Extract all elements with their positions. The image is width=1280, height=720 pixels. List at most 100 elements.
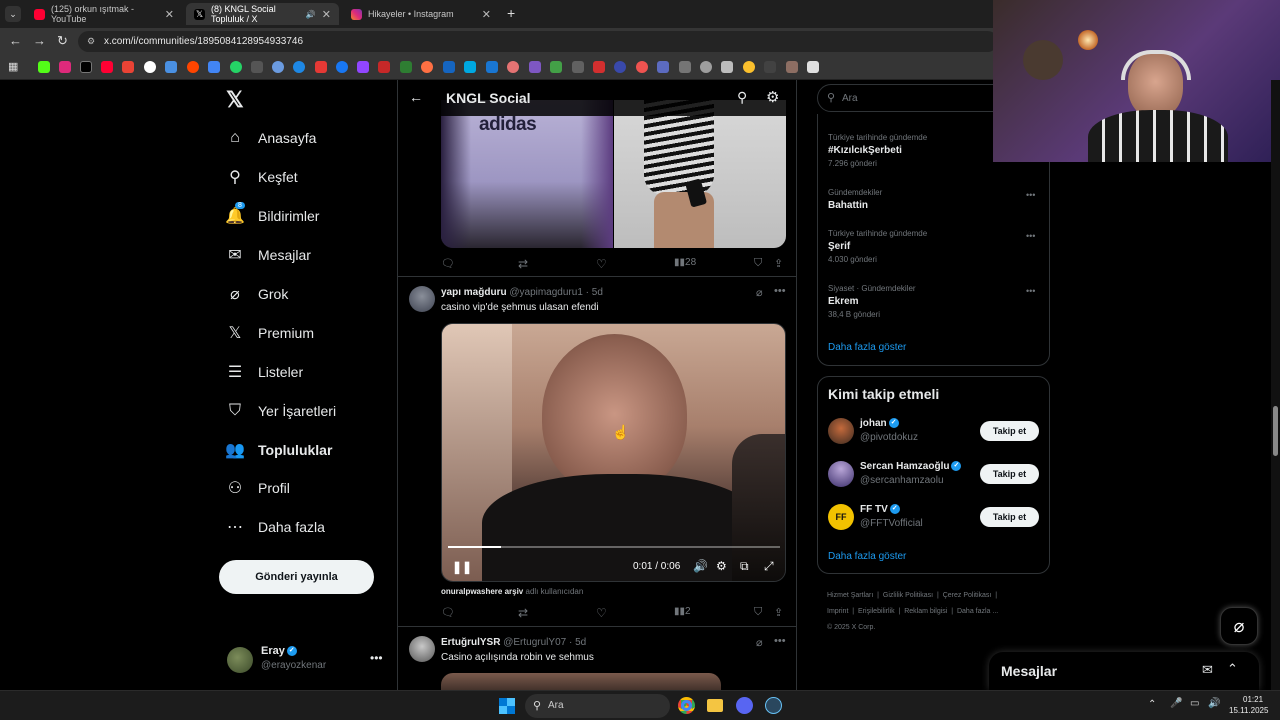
taskbar-date[interactable]: 15.11.2025 xyxy=(1229,706,1268,715)
post-button[interactable]: Gönderi yayınla xyxy=(219,560,374,594)
tab-instagram[interactable]: Hikayeler • Instagram ✕ xyxy=(343,3,499,25)
bookmark-translate-icon[interactable] xyxy=(208,61,220,73)
bookmark-dots-icon[interactable] xyxy=(572,61,584,73)
nav-item-premium[interactable]: 𝕏 Premium xyxy=(226,324,314,342)
bookmark-arrow-icon[interactable] xyxy=(400,61,412,73)
bookmark-chart-icon[interactable] xyxy=(593,61,605,73)
share-icon[interactable]: ⇪ xyxy=(774,606,783,619)
reply-icon[interactable]: 🗨 xyxy=(441,606,455,619)
bookmark-link-icon[interactable] xyxy=(421,61,433,73)
bookmark-purple-icon[interactable] xyxy=(529,61,541,73)
bookmark-steam-icon[interactable] xyxy=(251,61,263,73)
pip-icon[interactable]: ⧉ xyxy=(740,559,749,574)
reply-icon[interactable]: 🗨 xyxy=(441,257,455,270)
tweet-author-handle[interactable]: @ErtugrulY07 xyxy=(503,637,566,648)
footer-link[interactable]: Hizmet Şartları xyxy=(827,592,873,599)
taskbar-search[interactable]: ⚲ Ara xyxy=(525,694,670,718)
nav-item-bookmarks[interactable]: ⛉ Yer İşaretleri xyxy=(226,402,336,420)
close-tab-icon[interactable]: ✕ xyxy=(482,8,491,21)
tweet-media-grid[interactable]: adidas xyxy=(441,100,786,248)
more-options-icon[interactable]: ••• xyxy=(370,651,383,665)
nav-item-grok[interactable]: ⌀ Grok xyxy=(226,285,288,303)
bookmark-circle-icon[interactable] xyxy=(614,61,626,73)
trend-item[interactable]: Siyaset · Gündemdekiler Ekrem 38,4 B gön… xyxy=(828,284,1040,319)
speaker-icon[interactable]: 🔊 xyxy=(306,10,316,19)
bookmark-icon[interactable]: ⛉ xyxy=(754,257,762,270)
messages-drawer[interactable]: Mesajlar ✉ ⌃ xyxy=(989,652,1259,690)
bookmark-google-icon[interactable] xyxy=(144,61,156,73)
tab-x-community[interactable]: 𝕏 (8) KNGL Social Topluluk / X 🔊 ✕ xyxy=(186,3,339,25)
bookmark-news-icon[interactable] xyxy=(315,61,327,73)
bookmark-youtube-icon[interactable] xyxy=(101,61,113,73)
bookmark-globe-icon[interactable] xyxy=(700,61,712,73)
forward-icon[interactable]: → xyxy=(33,33,46,48)
grok-icon[interactable]: ⌀ xyxy=(756,286,763,299)
follow-suggestion[interactable]: Sercan Hamzaoğlu ✓ @sercanhamzaolu Takip … xyxy=(818,456,1049,496)
footer-link[interactable]: Gizlilik Politikası xyxy=(883,592,933,599)
views-icon[interactable]: ▮▮ 2 xyxy=(674,606,691,617)
site-info-icon[interactable]: ⚙ xyxy=(87,36,95,47)
footer-link[interactable]: Erişilebilirlik xyxy=(858,608,895,615)
like-icon[interactable]: ♡ xyxy=(596,606,607,620)
retweet-icon[interactable]: ⇄ xyxy=(518,257,528,271)
bookmark-k-icon[interactable] xyxy=(764,61,776,73)
apps-grid-icon[interactable]: ▦ xyxy=(8,61,20,73)
settings-gear-icon[interactable]: ⚙ xyxy=(716,559,727,573)
follow-button[interactable]: Takip et xyxy=(980,507,1039,527)
retweet-icon[interactable]: ⇄ xyxy=(518,606,528,620)
bookmark-x-icon[interactable] xyxy=(80,61,92,73)
bookmark-facebook-icon[interactable] xyxy=(336,61,348,73)
tab-list-dropdown-icon[interactable]: ⌄ xyxy=(5,6,21,22)
more-options-icon[interactable]: ••• xyxy=(1026,286,1035,296)
nav-item-messages[interactable]: ✉ Mesajlar xyxy=(226,246,311,264)
fullscreen-icon[interactable]: ⤢ xyxy=(764,559,774,574)
trend-item[interactable]: Türkiye tarihinde gündemde Şerif 4.030 g… xyxy=(828,229,1040,264)
bookmark-green-icon[interactable] xyxy=(550,61,562,73)
avatar[interactable] xyxy=(409,286,435,312)
bookmark-prime-icon[interactable] xyxy=(464,61,476,73)
scrollbar-thumb[interactable] xyxy=(1273,406,1278,456)
discord-icon[interactable] xyxy=(736,697,753,714)
tweet-image-right[interactable] xyxy=(614,100,786,248)
page-scrollbar[interactable] xyxy=(1271,80,1280,690)
account-switcher[interactable]: Eray ✓ @erayozkenar ••• xyxy=(227,643,387,677)
views-icon[interactable]: ▮▮ 28 xyxy=(674,257,696,268)
follow-suggestion[interactable]: FF FF TV ✓ @FFTVofficial Takip et xyxy=(818,499,1049,539)
close-tab-icon[interactable]: ✕ xyxy=(165,8,174,21)
footer-link[interactable]: Daha fazla ... xyxy=(957,608,998,615)
nav-item-more[interactable]: ⋯ Daha fazla xyxy=(226,518,325,536)
bookmark-extension-icon[interactable] xyxy=(786,61,798,73)
more-options-icon[interactable]: ••• xyxy=(1026,231,1035,241)
follow-suggestion[interactable]: johan ✓ @pivotdokuz Takip et xyxy=(818,413,1049,453)
footer-link[interactable]: Çerez Politikası xyxy=(943,592,992,599)
microphone-icon[interactable]: 🎤 xyxy=(1170,698,1182,709)
url-field[interactable]: ⚙ x.com/i/communities/189508412895493374… xyxy=(78,31,998,52)
taskbar-time[interactable]: 01:21 xyxy=(1243,695,1263,704)
share-icon[interactable]: ⇪ xyxy=(774,257,783,270)
bookmark-icon[interactable]: ⛉ xyxy=(754,606,762,619)
grok-icon[interactable]: ⌀ xyxy=(756,636,763,649)
bookmark-instagram-icon[interactable] xyxy=(59,61,71,73)
back-arrow-icon[interactable]: ← xyxy=(409,89,423,105)
follow-button[interactable]: Takip et xyxy=(980,421,1039,441)
trend-item[interactable]: Gündemdekiler Bahattin xyxy=(828,188,1040,211)
grok-floating-button[interactable]: ⌀ xyxy=(1220,607,1258,645)
bookmark-brain-icon[interactable] xyxy=(507,61,519,73)
more-options-icon[interactable]: ••• xyxy=(1026,190,1035,200)
nav-item-communities[interactable]: 👥 Topluluklar xyxy=(225,441,332,459)
tweet-video-player[interactable]: ☝ ❚❚ 0:01 / 0:06 🔊 ⚙ ⧉ ⤢ xyxy=(441,323,786,582)
more-options-icon[interactable]: ••• xyxy=(774,285,786,297)
nav-item-lists[interactable]: ☰ Listeler xyxy=(226,363,303,381)
source-user[interactable]: onuralpwashere arşiv xyxy=(441,587,523,596)
new-tab-icon[interactable]: + xyxy=(507,5,515,21)
tweet-image-left[interactable]: adidas xyxy=(441,100,613,248)
tweet-author-handle[interactable]: @yapimagduru1 xyxy=(509,287,583,298)
display-icon[interactable]: ▭ xyxy=(1190,698,1199,709)
x-logo-icon[interactable]: 𝕏 xyxy=(226,87,244,113)
follow-button[interactable]: Takip et xyxy=(980,464,1039,484)
bookmark-play-icon[interactable] xyxy=(293,61,305,73)
nav-item-explore[interactable]: ⚲ Keşfet xyxy=(226,168,298,186)
volume-icon[interactable]: 🔊 xyxy=(693,559,708,573)
new-message-icon[interactable]: ✉ xyxy=(1202,662,1213,678)
chrome-icon[interactable] xyxy=(678,697,695,714)
